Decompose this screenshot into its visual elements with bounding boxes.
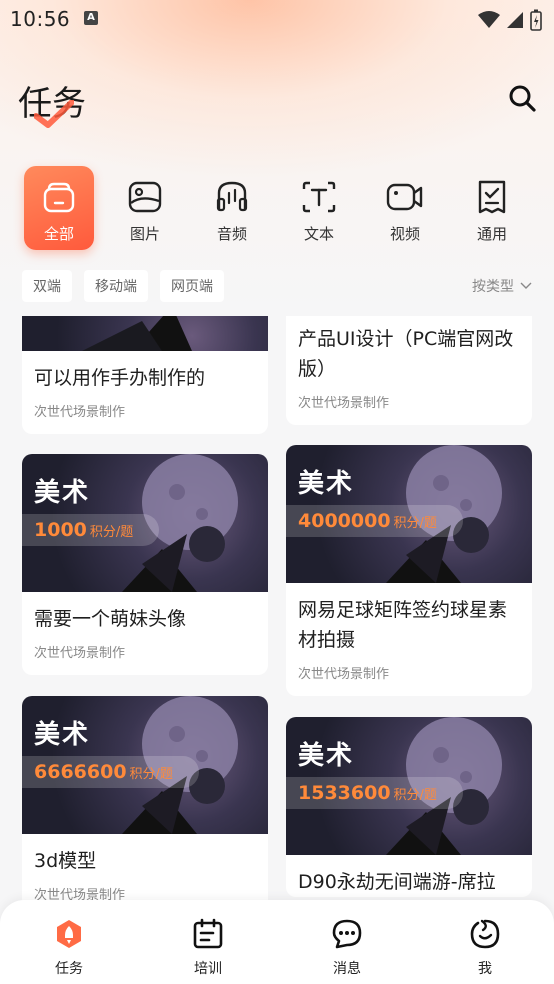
chevron-down-icon — [520, 282, 532, 289]
task-thumbnail: 美术 4000000 积分/题 — [286, 445, 532, 583]
sort-label: 按类型 — [472, 279, 514, 295]
platform-filters: 双端 移动端 网页端 — [22, 270, 224, 302]
status-time: 10:56 — [10, 7, 71, 31]
document-icon — [478, 180, 506, 214]
box-icon — [43, 182, 75, 213]
signal-icon — [507, 12, 523, 28]
task-title: 3d模型 — [34, 850, 97, 872]
tab-messages[interactable]: 消息 — [307, 918, 387, 978]
category-all[interactable]: 全部 — [24, 166, 94, 250]
filter-chip[interactable]: 双端 — [22, 270, 72, 302]
task-card[interactable]: 可以用作手办制作的 次世代场景制作 — [22, 316, 268, 434]
filter-chip[interactable]: 移动端 — [84, 270, 148, 302]
task-title: 需要一个萌妹头像 — [34, 608, 187, 630]
reward-badge: 4000000 积分/题 — [286, 505, 463, 537]
image-icon — [128, 181, 162, 213]
category-audio[interactable]: 音频 — [197, 166, 267, 250]
task-title: 产品UI设计（PC端官网改版） — [298, 328, 514, 380]
video-icon — [386, 183, 423, 211]
reward-unit: 积分/题 — [393, 787, 437, 803]
task-title: 网易足球矩阵签约球星素材拍摄 — [298, 599, 508, 651]
task-title: D90永劫无间端游-席拉 — [298, 871, 496, 893]
category-tag: 美术 — [34, 720, 91, 750]
category-label: 音频 — [216, 225, 247, 243]
category-text[interactable]: 文本 — [284, 166, 354, 250]
reward-unit: 积分/题 — [129, 766, 173, 782]
task-card[interactable]: 美术 1533600 积分/题 D90永劫无间端游-席拉 — [286, 717, 532, 897]
text-icon — [302, 181, 336, 213]
category-label: 全部 — [43, 225, 74, 243]
audio-icon — [216, 181, 248, 212]
category-video[interactable]: 视频 — [370, 166, 440, 250]
task-thumbnail — [22, 316, 268, 351]
reward-badge: 1000 积分/题 — [22, 514, 160, 546]
category-tag: 美术 — [34, 478, 91, 508]
task-subtitle: 次世代场景制作 — [298, 396, 390, 411]
status-bar: 10:56 A — [0, 0, 554, 40]
task-card[interactable]: 美术 4000000 积分/题 网易足球矩阵签约球星素材拍摄 次世代场景制作 — [286, 445, 532, 696]
task-thumbnail: 美术 1000 积分/题 — [22, 454, 268, 592]
category-image[interactable]: 图片 — [110, 166, 180, 250]
task-card[interactable]: 美术 6666600 积分/题 3d模型 次世代场景制作 — [22, 696, 268, 906]
task-feed[interactable]: 可以用作手办制作的 次世代场景制作 美术 1000 积分/题 需要一个萌妹头像 … — [0, 316, 554, 906]
reward-amount: 1000 — [34, 519, 87, 541]
rocket-icon — [57, 920, 81, 948]
filter-chip[interactable]: 网页端 — [160, 270, 224, 302]
task-subtitle: 次世代场景制作 — [34, 405, 126, 420]
category-general[interactable]: 通用 — [457, 166, 527, 250]
wifi-icon — [478, 11, 500, 28]
reward-badge: 1533600 积分/题 — [286, 777, 463, 809]
task-subtitle: 次世代场景制作 — [34, 646, 126, 661]
profile-icon — [470, 919, 500, 949]
reward-badge: 6666600 积分/题 — [22, 756, 199, 788]
notification-icon: A — [84, 11, 98, 25]
message-icon — [332, 919, 362, 949]
tab-tasks[interactable]: 任务 — [29, 918, 109, 978]
tab-label: 我 — [478, 961, 492, 977]
task-card[interactable]: 美术 1000 积分/题 需要一个萌妹头像 次世代场景制作 — [22, 454, 268, 675]
check-icon — [34, 100, 74, 128]
category-bar: 全部 图片 音频 文本 视频 通用 — [22, 166, 522, 252]
reward-amount: 4000000 — [298, 510, 391, 532]
category-label: 通用 — [476, 225, 507, 243]
task-subtitle: 次世代场景制作 — [298, 667, 390, 682]
header-background — [0, 0, 554, 310]
tab-label: 培训 — [194, 961, 222, 977]
sort-dropdown[interactable]: 按类型 — [472, 276, 532, 296]
status-icons — [478, 9, 542, 31]
category-label: 视频 — [389, 225, 420, 243]
task-thumbnail: 美术 6666600 积分/题 — [22, 696, 268, 834]
reward-unit: 积分/题 — [393, 515, 437, 531]
artwork-image — [82, 316, 192, 351]
bottom-tab-bar: 任务 培训 消息 我 — [0, 900, 554, 984]
reward-amount: 6666600 — [34, 761, 127, 783]
category-tag: 美术 — [298, 469, 355, 499]
task-card[interactable]: 产品UI设计（PC端官网改版） 次世代场景制作 — [286, 316, 532, 425]
category-label: 图片 — [129, 225, 160, 243]
search-icon — [509, 85, 536, 112]
tab-training[interactable]: 培训 — [168, 918, 248, 978]
category-tag: 美术 — [298, 741, 355, 771]
category-label: 文本 — [303, 225, 334, 243]
reward-amount: 1533600 — [298, 782, 391, 804]
tab-label: 任务 — [55, 961, 83, 977]
search-button[interactable] — [506, 82, 538, 114]
tab-profile[interactable]: 我 — [445, 918, 525, 978]
tab-label: 消息 — [333, 961, 361, 977]
battery-icon — [530, 9, 542, 31]
training-icon — [193, 918, 223, 949]
task-thumbnail: 美术 1533600 积分/题 — [286, 717, 532, 855]
reward-unit: 积分/题 — [89, 524, 134, 540]
task-title: 可以用作手办制作的 — [34, 367, 206, 389]
